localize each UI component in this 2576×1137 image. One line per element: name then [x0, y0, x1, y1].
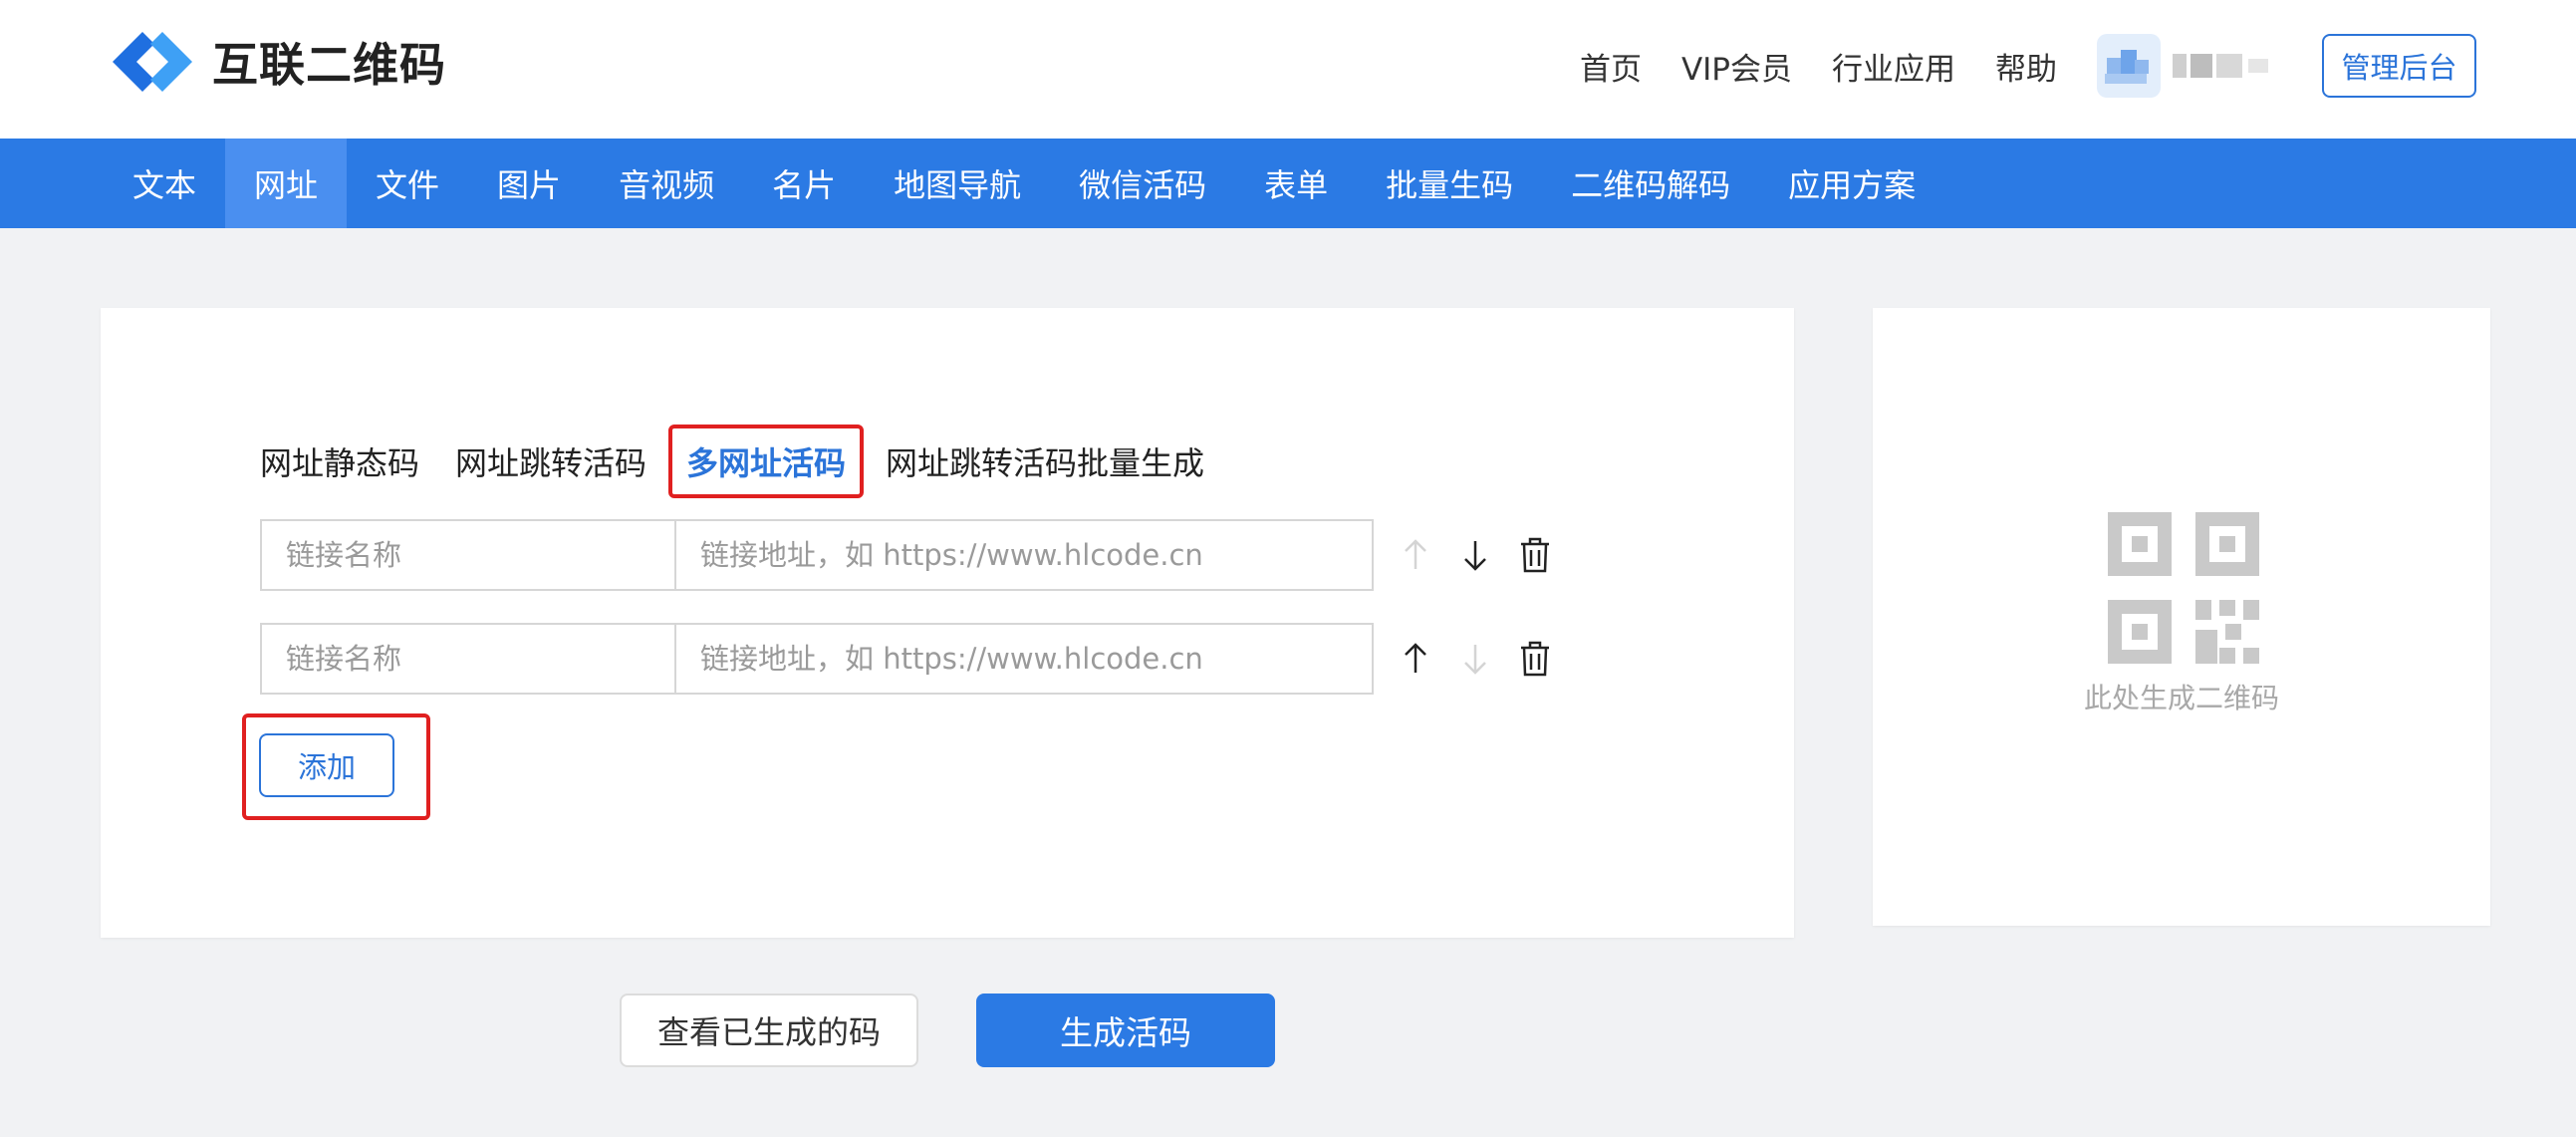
add-link-button[interactable]: 添加 [259, 733, 394, 797]
view-generated-button[interactable]: 查看已生成的码 [620, 994, 918, 1067]
tab-redirect-url[interactable]: 网址跳转活码 [455, 438, 646, 484]
admin-button[interactable]: 管理后台 [2322, 34, 2476, 98]
nav-batch[interactable]: 批量生码 [1357, 139, 1542, 228]
preview-placeholder-text: 此处生成二维码 [2083, 682, 2279, 714]
arrow-down-icon[interactable] [1457, 535, 1493, 575]
main-nav: 文本 网址 文件 图片 音视频 名片 地图导航 微信活码 表单 批量生码 二维码… [0, 139, 2576, 228]
add-highlight: 添加 [242, 713, 430, 820]
tab-multi-url[interactable]: 多网址活码 [668, 425, 865, 498]
trash-icon[interactable] [1517, 639, 1553, 679]
link-row [260, 623, 1577, 695]
nav-map[interactable]: 地图导航 [865, 139, 1050, 228]
top-nav: 首页 VIP会员 行业应用 帮助 管理后台 [1580, 34, 2576, 98]
link-url-input[interactable] [676, 519, 1374, 591]
link-row [260, 519, 1577, 591]
tab-static-url[interactable]: 网址静态码 [260, 438, 419, 484]
nav-form[interactable]: 表单 [1235, 139, 1357, 228]
arrow-down-icon[interactable] [1457, 639, 1493, 679]
username-blurred [2173, 54, 2282, 78]
link-name-input[interactable] [260, 519, 676, 591]
trash-icon[interactable] [1517, 535, 1553, 575]
generate-button[interactable]: 生成活码 [976, 994, 1275, 1067]
nav-file[interactable]: 文件 [347, 139, 468, 228]
qr-preview-panel: 此处生成二维码 [1873, 308, 2490, 926]
link-name-input[interactable] [260, 623, 676, 695]
link-url-input[interactable] [676, 623, 1374, 695]
topnav-industry[interactable]: 行业应用 [1832, 44, 1955, 89]
nav-solutions[interactable]: 应用方案 [1759, 139, 1944, 228]
brand-name: 互联二维码 [212, 38, 446, 92]
nav-text[interactable]: 文本 [104, 139, 225, 228]
nav-wechat-code[interactable]: 微信活码 [1050, 139, 1235, 228]
row-actions [1398, 535, 1577, 575]
nav-image[interactable]: 图片 [468, 139, 590, 228]
nav-url[interactable]: 网址 [225, 139, 348, 228]
nav-decode[interactable]: 二维码解码 [1542, 139, 1759, 228]
logo-icon [113, 32, 192, 92]
sub-tabs: 网址静态码 网址跳转活码 多网址活码 网址跳转活码批量生成 [260, 425, 1240, 498]
topnav-vip[interactable]: VIP会员 [1681, 44, 1792, 89]
editor-panel: 网址静态码 网址跳转活码 多网址活码 网址跳转活码批量生成 链接名称 链接地址，… [101, 308, 1794, 938]
tab-batch-redirect[interactable]: 网址跳转活码批量生成 [886, 438, 1204, 484]
qr-code-icon [2108, 512, 2259, 664]
header: 互联二维码 首页 VIP会员 行业应用 帮助 管理后台 [0, 0, 2576, 139]
nav-business-card[interactable]: 名片 [743, 139, 865, 228]
row-actions [1398, 639, 1577, 679]
avatar [2097, 34, 2161, 98]
arrow-up-icon[interactable] [1398, 639, 1433, 679]
arrow-up-icon[interactable] [1398, 535, 1433, 575]
topnav-home[interactable]: 首页 [1580, 44, 1642, 89]
logo[interactable]: 互联二维码 [105, 26, 446, 98]
user-menu[interactable] [2097, 34, 2282, 98]
nav-audio-video[interactable]: 音视频 [590, 139, 743, 228]
topnav-help[interactable]: 帮助 [1995, 44, 2057, 89]
